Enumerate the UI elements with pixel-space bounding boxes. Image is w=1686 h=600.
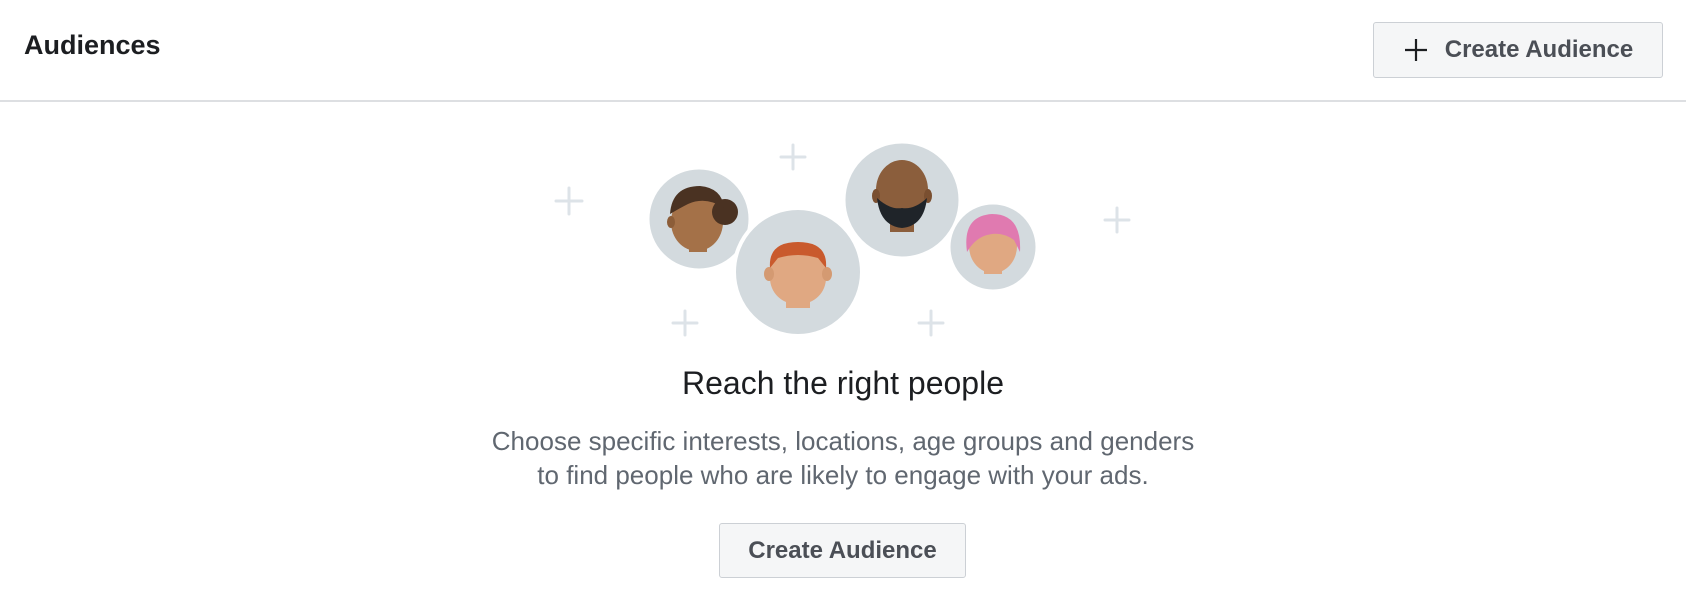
avatar-man-redhair-icon	[732, 206, 864, 338]
empty-state-description: Choose specific interests, locations, ag…	[0, 424, 1686, 492]
people-group-icon	[554, 140, 1131, 338]
avatar-man-beard-icon	[842, 140, 962, 260]
empty-state-headline: Reach the right people	[682, 365, 1004, 401]
empty-state-description-line-2: to find people who are likely to engage …	[537, 460, 1149, 490]
create-audience-button[interactable]: Create Audience	[719, 523, 966, 578]
avatar-pinkhair-icon	[947, 201, 1039, 293]
empty-state-description-line-1: Choose specific interests, locations, ag…	[491, 426, 1195, 456]
create-audience-button-label: Create Audience	[748, 536, 937, 564]
